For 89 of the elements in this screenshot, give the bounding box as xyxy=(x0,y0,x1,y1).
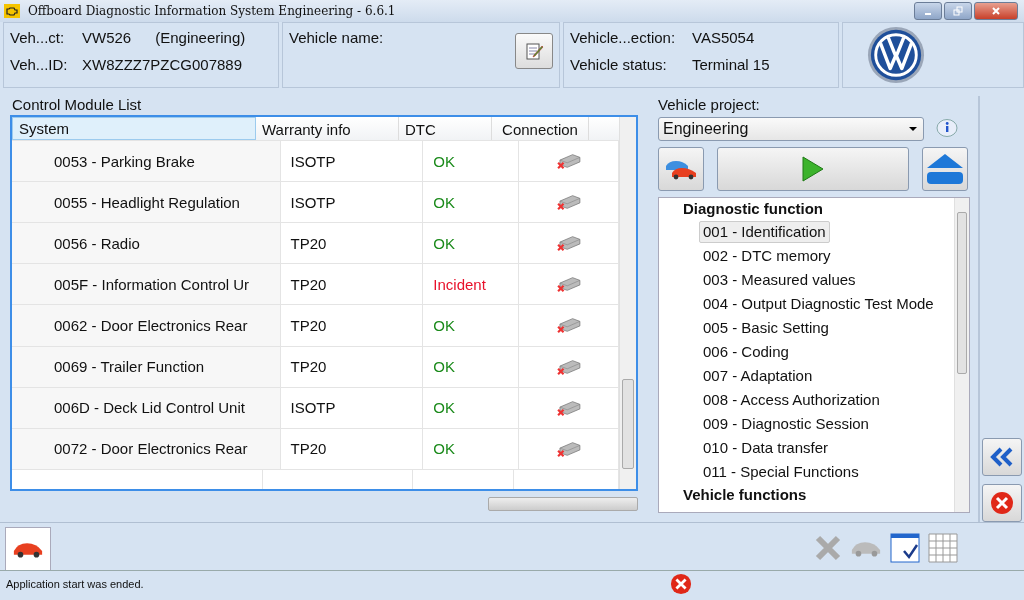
restore-button[interactable] xyxy=(944,2,972,20)
table-cell: 0055 - Headlight Regulation xyxy=(12,182,281,223)
tree-item[interactable]: 011 - Special Functions xyxy=(699,461,863,483)
table-cell: OK xyxy=(423,346,520,387)
field-label: Veh...ID: xyxy=(10,56,69,73)
close-icon xyxy=(991,6,1001,16)
column-header[interactable]: Warranty info xyxy=(256,117,399,141)
caret-icon xyxy=(909,127,917,131)
info-icon[interactable] xyxy=(936,118,958,140)
tree-item[interactable]: 002 - DTC memory xyxy=(699,245,835,267)
table-cell: ISOTP xyxy=(280,141,424,182)
scrollbar[interactable] xyxy=(954,198,969,512)
field-label: Veh...ct: xyxy=(10,29,66,46)
table-cell: OK xyxy=(423,182,520,223)
table-cell: Incident xyxy=(423,264,520,305)
field-label: Vehicle project: xyxy=(658,96,761,113)
column-header[interactable]: DTC xyxy=(399,117,492,141)
table-cell: OK xyxy=(423,305,520,346)
table-cell: OK xyxy=(423,141,520,182)
tree-item[interactable]: 001 - Identification xyxy=(699,221,830,243)
error-icon xyxy=(670,573,692,595)
field-label: Vehicle name: xyxy=(289,29,384,46)
table-cell: OK xyxy=(423,387,520,428)
logo-icon xyxy=(867,26,925,84)
field-value: VW526 xyxy=(82,29,132,46)
window-title: Offboard Diagnostic Information System Engineering - 6.6.1 xyxy=(28,4,397,18)
disconnected-icon xyxy=(555,151,582,172)
column-header[interactable]: Connection xyxy=(492,117,589,141)
table-cell: TP20 xyxy=(280,346,424,387)
tree-item[interactable]: 007 - Adaptation xyxy=(699,365,817,387)
field-label: Vehicle status: xyxy=(570,56,668,73)
table-cell: TP20 xyxy=(280,428,424,469)
play-icon xyxy=(801,155,825,183)
disconnected-icon xyxy=(555,274,582,295)
table-cell: OK xyxy=(423,428,520,469)
tree-item[interactable]: 008 - Access Authorization xyxy=(699,389,884,411)
tree-group[interactable]: Vehicle functions xyxy=(683,485,807,505)
tree-item[interactable]: 009 - Diagnostic Session xyxy=(699,413,873,435)
tree-item[interactable]: 003 - Measured values xyxy=(699,269,860,291)
table-cell: ISOTP xyxy=(280,182,424,223)
notepad-icon xyxy=(524,41,544,61)
table-cell: ISOTP xyxy=(280,387,424,428)
tree-item[interactable]: 005 - Basic Setting xyxy=(699,317,833,339)
edit-button[interactable] xyxy=(515,33,553,69)
back-button[interactable] xyxy=(982,438,1022,476)
table-cell: 0069 - Trailer Function xyxy=(12,346,281,387)
table-cell: TP20 xyxy=(280,264,424,305)
table-cell: 0056 - Radio xyxy=(12,223,281,264)
tree-item[interactable]: 004 - Output Diagnostic Test Mode xyxy=(699,293,938,315)
field-value: XW8ZZZ7PZCG007889 xyxy=(82,56,243,73)
tree-item[interactable]: 010 - Data transfer xyxy=(699,437,833,459)
panel-title: Control Module List xyxy=(12,96,143,113)
table-cell: 0062 - Door Electronics Rear xyxy=(12,305,281,346)
table-cell: 0072 - Door Electronics Rear xyxy=(12,428,281,469)
table-cell: OK xyxy=(423,223,520,264)
checkbox-window-icon[interactable] xyxy=(890,533,920,563)
disconnected-icon xyxy=(555,192,582,213)
close-button[interactable] xyxy=(974,2,1018,20)
status-text: Application start was ended. xyxy=(6,578,144,590)
eject-icon xyxy=(925,152,965,186)
disconnected-icon xyxy=(555,233,582,254)
table-cell: 0053 - Parking Brake xyxy=(12,141,281,182)
minimize-icon xyxy=(925,13,931,15)
cancel-button[interactable] xyxy=(982,484,1022,522)
cancel-icon xyxy=(990,491,1014,515)
eject-button[interactable] xyxy=(922,147,968,191)
table-cell: TP20 xyxy=(280,305,424,346)
vehicles-button[interactable] xyxy=(658,147,704,191)
field-label: Vehicle...ection: xyxy=(570,29,677,46)
minimize-button[interactable] xyxy=(914,2,942,20)
restore-icon xyxy=(953,6,963,16)
disconnected-icon xyxy=(555,315,582,336)
tree-item[interactable]: 006 - Coding xyxy=(699,341,793,363)
tree-group[interactable]: Diagnostic function xyxy=(683,199,823,219)
column-header[interactable]: System xyxy=(12,117,256,141)
engine-icon xyxy=(4,4,20,18)
project-dropdown[interactable]: Engineering xyxy=(658,117,924,141)
scrollbar[interactable] xyxy=(619,117,636,489)
table-cell: 005F - Information Control Ur xyxy=(12,264,281,305)
grid-icon[interactable] xyxy=(928,533,958,563)
field-value: (Engineering) xyxy=(155,29,246,46)
field-value: Terminal 15 xyxy=(692,56,770,73)
table-cell: 006D - Deck Lid Control Unit xyxy=(12,387,281,428)
car-tab[interactable] xyxy=(5,527,51,570)
start-button[interactable] xyxy=(717,147,909,191)
table-cell: TP20 xyxy=(280,223,424,264)
double-chevron-icon xyxy=(990,447,1014,467)
splitter-handle[interactable] xyxy=(488,497,638,511)
field-value: VAS5054 xyxy=(692,29,755,46)
